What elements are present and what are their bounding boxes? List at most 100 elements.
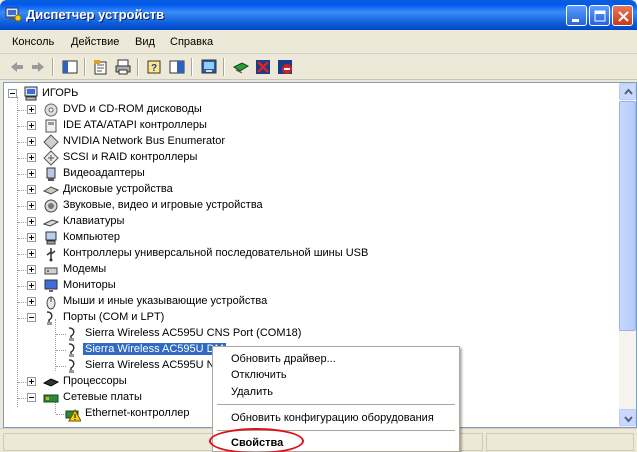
expand-toggle[interactable] <box>27 105 36 114</box>
menu-view[interactable]: Вид <box>135 36 155 48</box>
collapse-toggle[interactable] <box>27 313 36 322</box>
processor-icon <box>43 378 59 387</box>
expand-toggle[interactable] <box>27 265 36 274</box>
svg-text:?: ? <box>151 63 157 74</box>
maximize-button[interactable] <box>589 5 610 26</box>
menu-console[interactable]: Консоль <box>12 36 54 48</box>
back-arrow-icon[interactable] <box>8 58 26 76</box>
scroll-down-button[interactable] <box>619 409 636 426</box>
tree-label: SCSI и RAID контроллеры <box>63 151 198 163</box>
title-bar[interactable]: Диспетчер устройств <box>0 0 637 30</box>
properties-icon[interactable] <box>92 58 110 76</box>
tree-label: Модемы <box>63 263 107 275</box>
tree-label: Мониторы <box>63 279 116 291</box>
port-device-icon <box>68 343 75 357</box>
device-manager-icon <box>5 7 21 22</box>
tree-label: DVD и CD-ROM дисководы <box>63 103 202 115</box>
ide-controller-icon <box>45 119 57 133</box>
port-device-icon <box>68 327 75 341</box>
expand-toggle[interactable] <box>27 137 36 146</box>
tree-connector <box>17 97 18 407</box>
forward-arrow-icon[interactable] <box>29 58 47 76</box>
minimize-icon <box>572 19 579 22</box>
status-segment <box>486 433 634 451</box>
warning-device-icon <box>65 408 81 422</box>
toolbar-separator <box>137 58 139 76</box>
disable-device-icon[interactable] <box>276 58 294 76</box>
close-button[interactable] <box>612 5 633 26</box>
tree-label: Порты (COM и LPT) <box>63 311 165 323</box>
tree-label: Контроллеры универсальной последовательн… <box>63 247 369 259</box>
expand-toggle[interactable] <box>27 169 36 178</box>
menu-help[interactable]: Справка <box>170 36 213 48</box>
collapse-toggle[interactable] <box>27 393 36 402</box>
menu-disable[interactable]: Отключить <box>231 369 287 381</box>
cdrom-icon <box>44 103 58 117</box>
tree-root-label: ИГОРЬ <box>42 87 79 99</box>
toolbar-separator <box>223 58 225 76</box>
menu-separator <box>217 404 455 405</box>
expand-toggle[interactable] <box>27 281 36 290</box>
expand-toggle[interactable] <box>27 153 36 162</box>
tree-label: Дисковые устройства <box>63 183 173 195</box>
scroll-up-button[interactable] <box>619 83 636 100</box>
modem-icon <box>44 267 58 275</box>
menu-scan-hardware[interactable]: Обновить конфигурацию оборудования <box>231 412 434 424</box>
network-bus-icon <box>43 134 59 150</box>
tree-label: Звуковые, видео и игровые устройства <box>63 199 263 211</box>
uninstall-icon[interactable] <box>254 58 272 76</box>
expand-toggle[interactable] <box>27 233 36 242</box>
monitor-icon <box>44 279 58 292</box>
scroll-thumb[interactable] <box>619 101 636 331</box>
tree-connector <box>55 319 56 371</box>
tree-label: Клавиатуры <box>63 215 125 227</box>
tree-label: Sierra Wireless AC595U NM <box>85 359 224 371</box>
menu-action[interactable]: Действие <box>71 36 119 48</box>
expand-toggle[interactable] <box>27 185 36 194</box>
print-icon[interactable] <box>114 58 132 76</box>
toolbar-separator <box>84 58 86 76</box>
port-icon <box>46 311 53 325</box>
close-icon <box>618 11 629 22</box>
help-icon[interactable]: ? <box>145 58 163 76</box>
tree-label: Sierra Wireless AC595U CNS Port (COM18) <box>85 327 302 339</box>
scsi-icon <box>43 150 59 166</box>
usb-icon <box>46 248 56 262</box>
tree-label: Видеоадаптеры <box>63 167 145 179</box>
tree-label: NVIDIA Network Bus Enumerator <box>63 135 226 147</box>
scan-hardware-icon[interactable] <box>200 58 218 76</box>
expand-toggle[interactable] <box>27 377 36 386</box>
menu-update-driver[interactable]: Обновить драйвер... <box>231 353 336 365</box>
highlight-oval <box>209 428 304 452</box>
toolbar: ? <box>0 54 637 80</box>
menu-bar: Консоль Действие Вид Справка <box>0 30 637 54</box>
collapse-toggle[interactable] <box>8 89 17 98</box>
tree-label: IDE ATA/ATAPI контроллеры <box>63 119 207 131</box>
device-manager-window: Диспетчер устройств Консоль Действие Вид… <box>0 0 637 452</box>
window-title: Диспетчер устройств <box>26 7 165 22</box>
expand-toggle[interactable] <box>27 217 36 226</box>
expand-toggle[interactable] <box>27 201 36 210</box>
expand-toggle[interactable] <box>27 297 36 306</box>
update-driver-icon[interactable] <box>232 58 250 76</box>
vertical-scrollbar[interactable] <box>619 83 636 427</box>
tree-label: Компьютер <box>63 231 120 243</box>
menu-uninstall[interactable]: Удалить <box>231 386 273 398</box>
chevron-down-icon <box>624 416 633 423</box>
mouse-icon <box>46 296 56 310</box>
keyboard-icon <box>43 219 59 227</box>
sound-icon <box>44 199 58 213</box>
computer-small-icon <box>45 231 57 245</box>
expand-toggle[interactable] <box>27 249 36 258</box>
minimize-button[interactable] <box>566 5 587 26</box>
chevron-up-icon <box>624 88 633 95</box>
tree-label: Ethernet-контроллер <box>85 407 190 419</box>
tree-label: Sierra Wireless AC595U DM <box>83 343 226 355</box>
show-hide-pane-icon[interactable] <box>168 58 186 76</box>
console-tree-icon[interactable] <box>61 58 79 76</box>
display-adapter-icon <box>46 167 56 181</box>
port-device-icon <box>68 359 75 373</box>
expand-toggle[interactable] <box>27 121 36 130</box>
disk-drive-icon <box>43 186 59 195</box>
tree-label: Процессоры <box>63 375 127 387</box>
